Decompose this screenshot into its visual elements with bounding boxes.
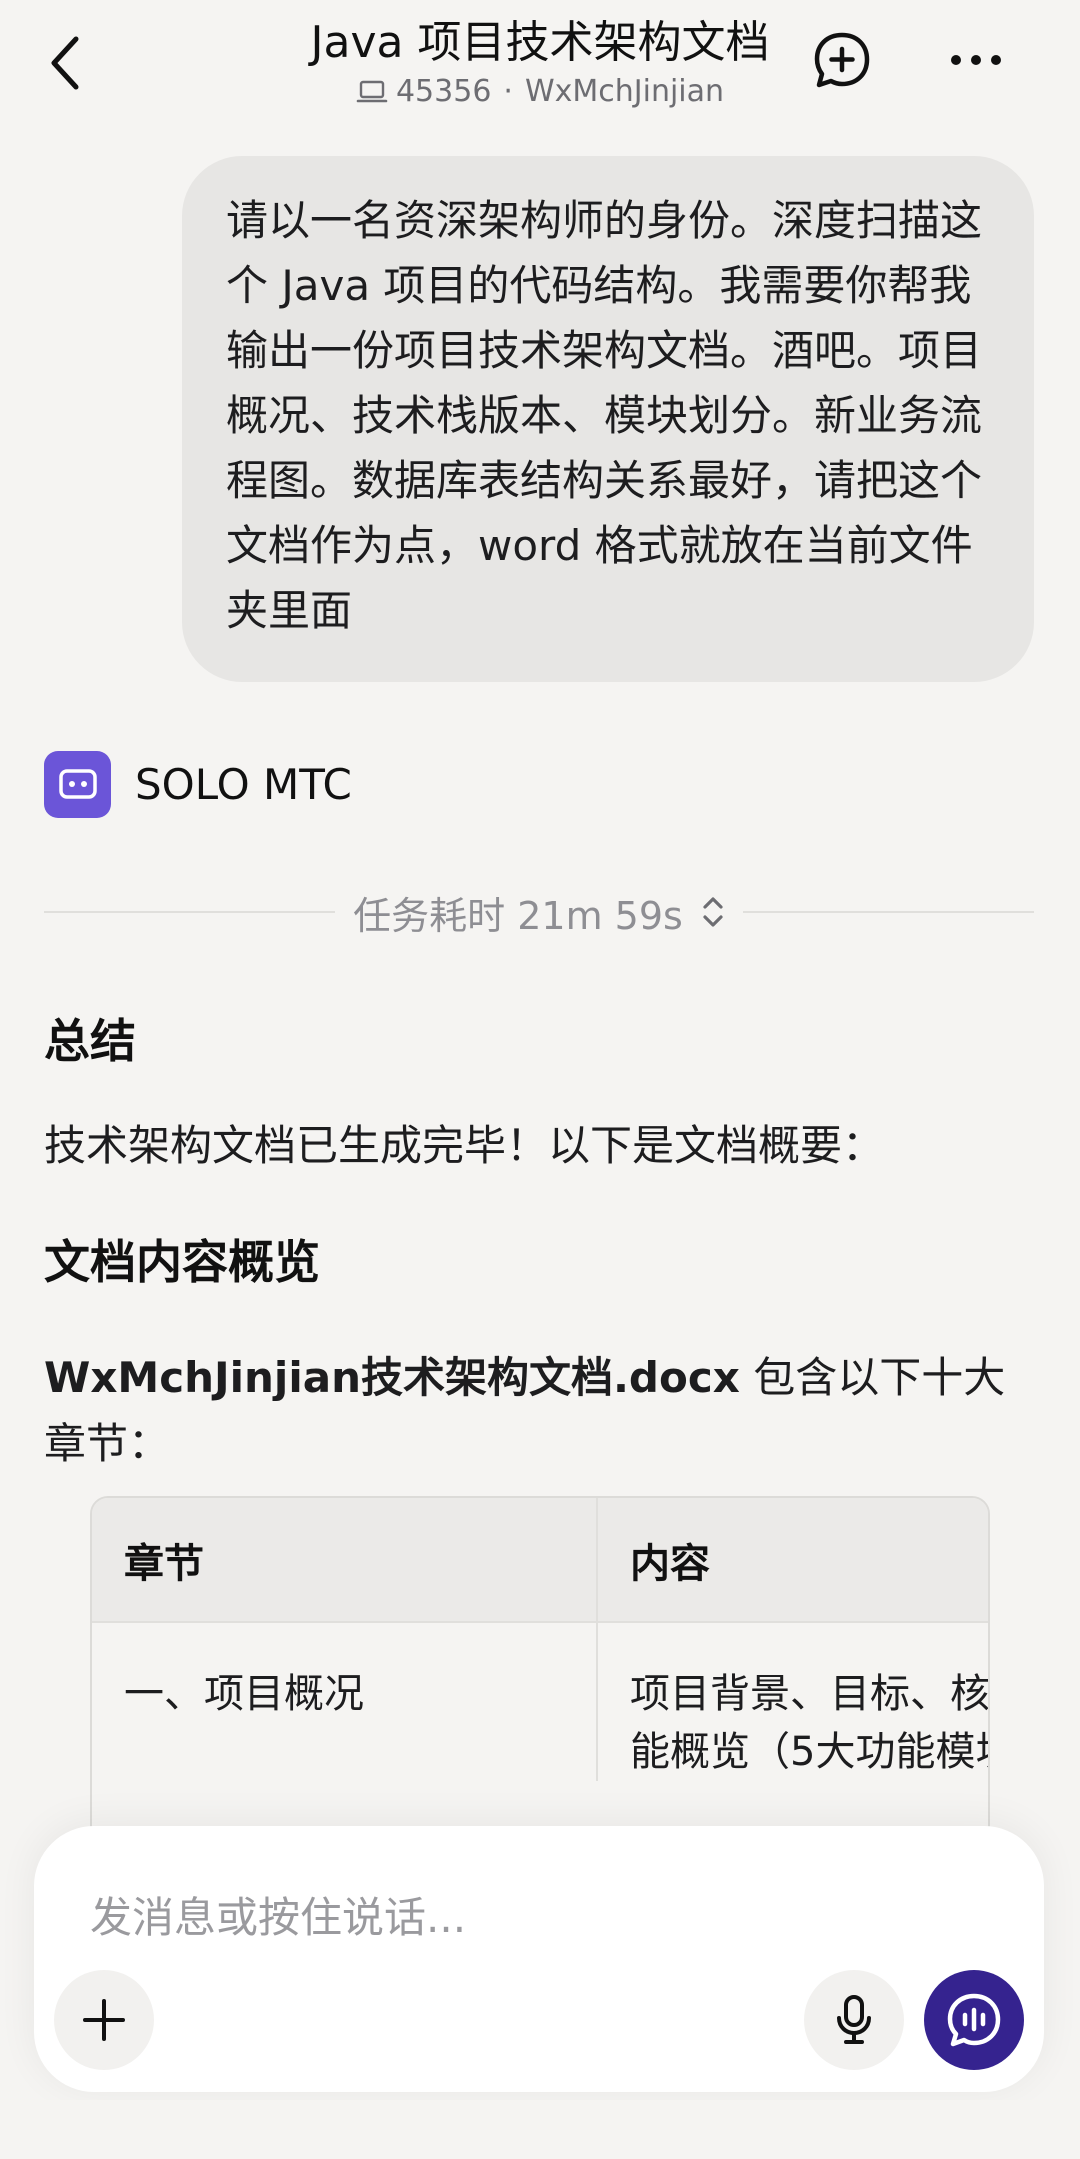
voice-button[interactable] — [804, 1970, 904, 2070]
session-id: 45356 — [395, 74, 492, 109]
new-chat-button[interactable] — [810, 28, 874, 92]
summary-text: 技术架构文档已生成完毕！以下是文档概要： — [44, 1121, 885, 1170]
table-row: 一、项目概况 项目背景、目标、核心功能概览（5大功能模块） — [92, 1621, 988, 1781]
message-composer: 发消息或按住说话... — [34, 1826, 1044, 2092]
table-header-row: 章节 内容 — [92, 1498, 988, 1622]
attach-button[interactable] — [54, 1970, 154, 2070]
chat-plus-icon — [814, 32, 870, 88]
expand-collapse-icon — [703, 897, 723, 927]
task-duration-label: 任务耗时 21m 59s — [353, 893, 683, 938]
document-name: WxMchJinjian技术架构文档.docx — [44, 1353, 740, 1402]
task-duration[interactable]: 任务耗时 21m 59s — [335, 885, 743, 940]
laptop-icon — [356, 80, 388, 103]
voice-chat-icon — [947, 1993, 1001, 2047]
table-cell-chapter: 一、项目概况 — [92, 1621, 597, 1781]
message-input[interactable]: 发消息或按住说话... — [90, 1884, 466, 1945]
divider-line-left — [44, 911, 336, 913]
bottom-safe-area — [0, 2100, 1080, 2159]
summary-heading: 总结 — [44, 1014, 136, 1068]
table-header-chapter: 章节 — [92, 1498, 597, 1622]
chapters-table-grid: 章节 内容 一、项目概况 项目背景、目标、核心功能概览（5大功能模块） — [92, 1498, 988, 1781]
agent-avatar — [44, 750, 111, 818]
more-dots-icon — [951, 55, 1001, 65]
title-block: Java 项目技术架构文档 45356 · WxMchJinjian — [0, 14, 1080, 112]
table-header-content: 内容 — [596, 1498, 988, 1622]
document-description: WxMchJinjian技术架构文档.docx 包含以下十大章节： — [44, 1345, 1034, 1477]
session-info: 45356 · WxMchJinjian — [0, 72, 1080, 112]
overview-heading: 文档内容概览 — [44, 1235, 320, 1289]
task-duration-divider[interactable]: 任务耗时 21m 59s — [44, 880, 1034, 944]
microphone-icon — [837, 1995, 871, 2044]
divider-line-right — [742, 911, 1034, 913]
separator-dot: · — [503, 74, 513, 109]
repo-name: WxMchJinjian — [524, 74, 725, 109]
page-title: Java 项目技术架构文档 — [310, 17, 770, 68]
voice-chat-button[interactable] — [924, 1970, 1024, 2070]
table-cell-content: 项目背景、目标、核心功能概览（5大功能模块） — [596, 1621, 988, 1781]
agent-header: SOLO MTC — [44, 750, 352, 818]
top-bar: Java 项目技术架构文档 45356 · WxMchJinjian — [0, 0, 1080, 130]
agent-name: SOLO MTC — [135, 759, 352, 809]
user-message-bubble: 请以一名资深架构师的身份。深度扫描这个 Java 项目的代码结构。我需要你帮我输… — [182, 156, 1034, 682]
plus-icon — [83, 1999, 125, 2041]
chapters-table[interactable]: 章节 内容 一、项目概况 项目背景、目标、核心功能概览（5大功能模块） — [90, 1496, 990, 1856]
robot-icon — [58, 769, 97, 799]
more-button[interactable] — [944, 32, 1008, 88]
